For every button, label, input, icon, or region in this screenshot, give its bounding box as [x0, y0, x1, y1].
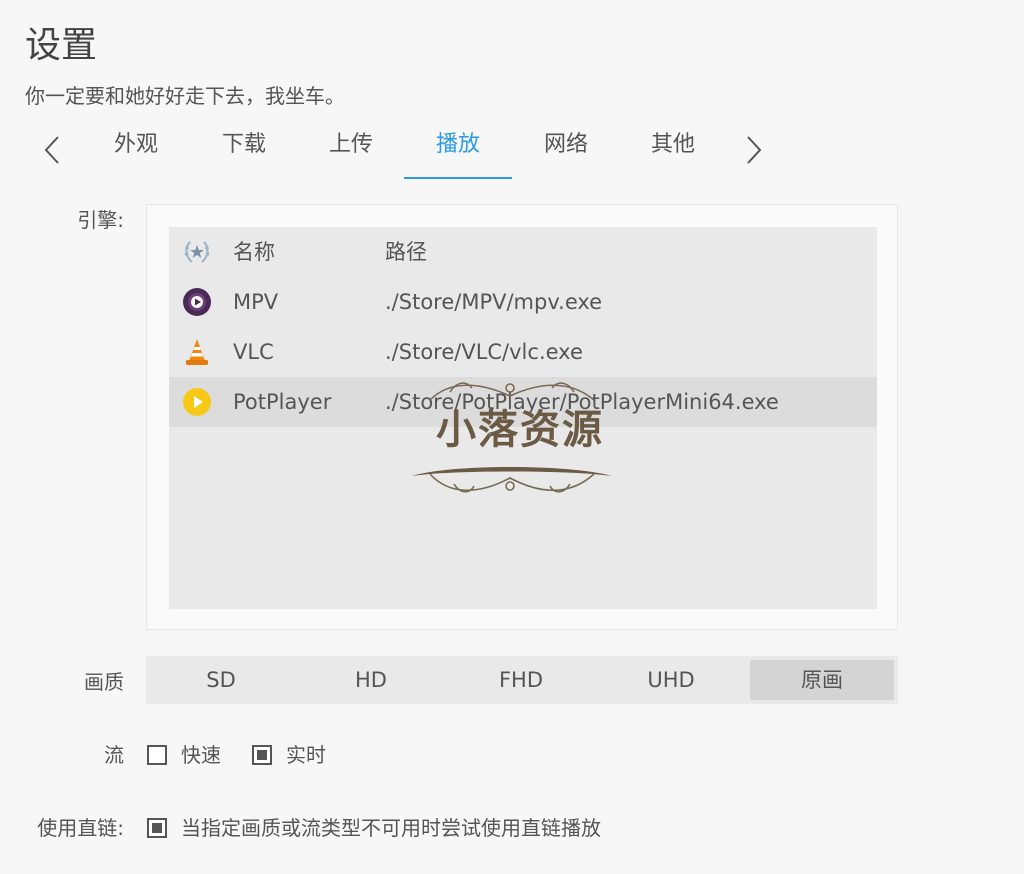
- engine-list-header: 名称 路径: [169, 227, 877, 277]
- tab-network[interactable]: 网络: [512, 128, 620, 176]
- quality-option-sd[interactable]: SD: [146, 656, 296, 704]
- mpv-icon: [181, 287, 213, 317]
- engine-row-vlc[interactable]: VLC ./Store/VLC/vlc.exe: [169, 327, 877, 377]
- vlc-cone-icon: [181, 337, 213, 367]
- laurel-icon: [181, 237, 213, 267]
- column-header-name[interactable]: 名称: [233, 238, 275, 266]
- stream-realtime-label[interactable]: 实时: [286, 741, 326, 769]
- stream-fast-checkbox[interactable]: [147, 745, 167, 765]
- stream-fast-label[interactable]: 快速: [181, 741, 221, 769]
- engine-label: 引擎:: [77, 208, 124, 232]
- tab-bar: 外观 下载 上传 播放 网络 其他: [30, 122, 790, 182]
- quality-label: 画质: [84, 670, 124, 694]
- engine-panel: 名称 路径 MPV ./Store/MPV/mpv.exe VLC ./Stor…: [146, 204, 898, 630]
- tab-upload[interactable]: 上传: [297, 128, 405, 176]
- direct-link-checkbox[interactable]: [147, 818, 167, 838]
- quality-option-hd[interactable]: HD: [296, 656, 446, 704]
- engine-name: VLC: [233, 340, 274, 364]
- quality-option-original[interactable]: 原画: [750, 660, 894, 700]
- engine-name: MPV: [233, 290, 279, 314]
- engine-path: ./Store/VLC/vlc.exe: [385, 340, 583, 364]
- tab-appearance[interactable]: 外观: [82, 128, 190, 176]
- column-header-path[interactable]: 路径: [385, 238, 427, 266]
- page-subtitle: 你一定要和她好好走下去，我坐车。: [25, 84, 345, 108]
- quality-selector: SD HD FHD UHD 原画: [146, 656, 898, 704]
- settings-page: 设置 你一定要和她好好走下去，我坐车。 外观 下载 上传 播放 网络 其他 引擎…: [0, 0, 1024, 874]
- quality-option-uhd[interactable]: UHD: [596, 656, 746, 704]
- direct-link-option-label[interactable]: 当指定画质或流类型不可用时尝试使用直链播放: [181, 814, 601, 842]
- page-title: 设置: [25, 25, 98, 66]
- chevron-left-icon[interactable]: [36, 130, 68, 170]
- potplayer-icon: [181, 387, 213, 417]
- engine-row-potplayer[interactable]: PotPlayer ./Store/PotPlayer/PotPlayerMin…: [169, 377, 877, 427]
- tab-other[interactable]: 其他: [619, 128, 727, 176]
- tab-playback[interactable]: 播放: [404, 128, 512, 176]
- engine-list[interactable]: 名称 路径 MPV ./Store/MPV/mpv.exe VLC ./Stor…: [169, 227, 877, 609]
- engine-row-mpv[interactable]: MPV ./Store/MPV/mpv.exe: [169, 277, 877, 327]
- tab-download[interactable]: 下载: [190, 128, 298, 176]
- quality-option-fhd[interactable]: FHD: [446, 656, 596, 704]
- chevron-right-icon[interactable]: [738, 130, 770, 170]
- direct-link-label: 使用直链:: [37, 816, 124, 840]
- active-tab-indicator: [404, 177, 512, 179]
- stream-realtime-checkbox[interactable]: [252, 745, 272, 765]
- engine-path: ./Store/PotPlayer/PotPlayerMini64.exe: [385, 390, 779, 414]
- stream-label: 流: [104, 743, 124, 767]
- engine-name: PotPlayer: [233, 390, 332, 414]
- engine-path: ./Store/MPV/mpv.exe: [385, 290, 603, 314]
